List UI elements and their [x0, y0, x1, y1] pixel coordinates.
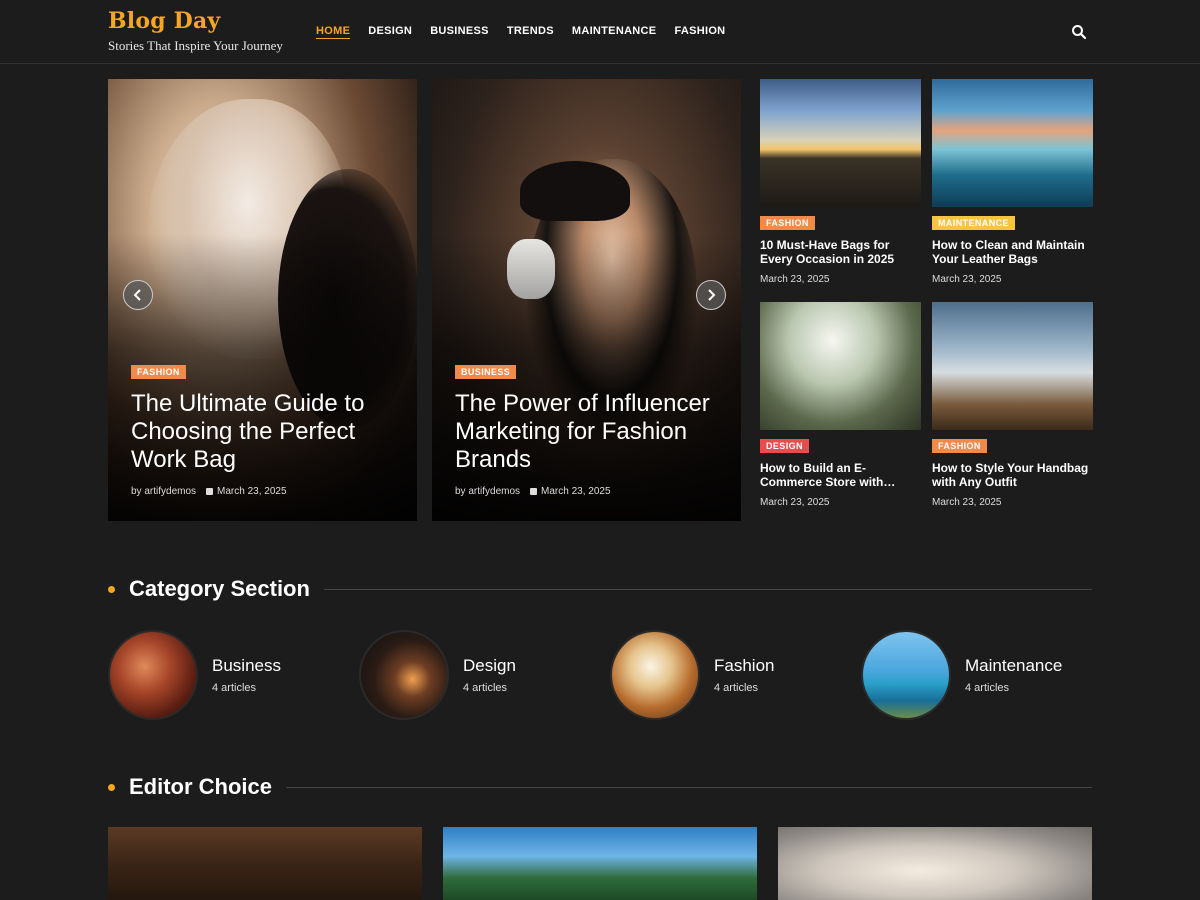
post-author[interactable]: by artifydemos — [455, 486, 520, 497]
category-badge[interactable]: FASHION — [932, 439, 987, 453]
category-section-header: Category Section — [108, 576, 1092, 602]
slide-meta: by artifydemos March 23, 2025 — [131, 486, 401, 497]
slide-content: FASHION The Ultimate Guide to Choosing t… — [131, 362, 401, 497]
post-date: March 23, 2025 — [541, 486, 611, 497]
category-name[interactable]: Business — [212, 656, 281, 676]
section-title: Category Section — [129, 576, 310, 601]
slide-image-detail — [520, 161, 630, 221]
slide-title[interactable]: The Power of Influencer Marketing for Fa… — [455, 390, 725, 474]
calendar-icon — [206, 488, 214, 495]
category-count: 4 articles — [714, 682, 759, 694]
category-text: Design 4 articles — [463, 656, 516, 694]
post-title[interactable]: 10 Must-Have Bags for Every Occasion in … — [760, 238, 921, 266]
category-badge[interactable]: FASHION — [131, 365, 186, 379]
nav-item-maintenance[interactable]: MAINTENANCE — [572, 25, 657, 39]
category-name[interactable]: Fashion — [714, 656, 774, 676]
calendar-icon — [530, 488, 538, 495]
brand[interactable]: Blog Day Stories That Inspire Your Journ… — [108, 8, 283, 54]
editor-choice-thumbnail[interactable] — [108, 827, 422, 900]
post-date-wrap: March 23, 2025 — [530, 486, 611, 497]
section-bullet — [108, 585, 115, 593]
nav-item-fashion[interactable]: FASHION — [674, 25, 725, 39]
post-date-wrap: March 23, 2025 — [206, 486, 287, 497]
chevron-left-icon — [133, 289, 141, 301]
category-text: Business 4 articles — [212, 656, 281, 694]
category-name[interactable]: Maintenance — [965, 656, 1062, 676]
post-thumbnail[interactable] — [932, 302, 1093, 430]
search-icon[interactable] — [1071, 24, 1087, 40]
category-image[interactable] — [610, 630, 700, 720]
section-divider — [323, 588, 1092, 590]
slide-card[interactable]: FASHION The Ultimate Guide to Choosing t… — [108, 79, 417, 521]
editor-choice-header: Editor Choice — [108, 774, 1092, 800]
category-item-design[interactable]: Design 4 articles — [359, 629, 516, 721]
section-title: Editor Choice — [129, 774, 273, 799]
slider-prev-button[interactable] — [123, 280, 153, 310]
category-text: Fashion 4 articles — [714, 656, 774, 694]
post-card[interactable]: FASHION 10 Must-Have Bags for Every Occa… — [760, 79, 921, 285]
post-thumbnail[interactable] — [760, 302, 921, 430]
search-icon-svg — [1072, 25, 1087, 40]
category-item-fashion[interactable]: Fashion 4 articles — [610, 629, 774, 721]
post-card[interactable]: DESIGN How to Build an E-Commerce Store … — [760, 302, 921, 508]
post-date: March 23, 2025 — [932, 497, 1002, 508]
category-image[interactable] — [108, 630, 198, 720]
slide-title[interactable]: The Ultimate Guide to Choosing the Perfe… — [131, 390, 401, 474]
post-title[interactable]: How to Clean and Maintain Your Leather B… — [932, 238, 1093, 266]
chevron-right-icon — [708, 289, 716, 301]
post-title[interactable]: How to Style Your Handbag with Any Outfi… — [932, 461, 1093, 489]
slider-next-button[interactable] — [696, 280, 726, 310]
site-tagline: Stories That Inspire Your Journey — [108, 38, 283, 53]
nav-item-design[interactable]: DESIGN — [368, 25, 412, 39]
post-card[interactable]: FASHION How to Style Your Handbag with A… — [932, 302, 1093, 508]
category-badge[interactable]: BUSINESS — [455, 365, 517, 379]
category-image[interactable] — [861, 630, 951, 720]
category-item-maintenance[interactable]: Maintenance 4 articles — [861, 629, 1062, 721]
category-count: 4 articles — [965, 682, 1010, 694]
editor-choice-thumbnail[interactable] — [443, 827, 757, 900]
post-author[interactable]: by artifydemos — [131, 486, 196, 497]
category-badge[interactable]: MAINTENANCE — [932, 216, 1015, 230]
post-date: March 23, 2025 — [760, 497, 830, 508]
nav-item-home[interactable]: HOME — [316, 25, 351, 39]
site-header: Blog Day Stories That Inspire Your Journ… — [0, 0, 1200, 64]
category-badge[interactable]: DESIGN — [760, 439, 809, 453]
main-nav: HOME DESIGN BUSINESS TRENDS MAINTENANCE … — [316, 25, 725, 39]
category-name[interactable]: Design — [463, 656, 516, 676]
slide-content: BUSINESS The Power of Influencer Marketi… — [455, 362, 725, 497]
post-date: March 23, 2025 — [932, 274, 1002, 285]
post-date: March 23, 2025 — [760, 274, 830, 285]
post-date: March 23, 2025 — [217, 486, 287, 497]
category-count: 4 articles — [212, 682, 257, 694]
post-card[interactable]: MAINTENANCE How to Clean and Maintain Yo… — [932, 79, 1093, 285]
category-item-business[interactable]: Business 4 articles — [108, 629, 281, 721]
post-title[interactable]: How to Build an E-Commerce Store with… — [760, 461, 921, 489]
category-badge[interactable]: FASHION — [760, 216, 815, 230]
category-count: 4 articles — [463, 682, 508, 694]
section-bullet — [108, 783, 115, 791]
nav-item-business[interactable]: BUSINESS — [430, 25, 489, 39]
nav-item-trends[interactable]: TRENDS — [507, 25, 554, 39]
hero-slider: FASHION The Ultimate Guide to Choosing t… — [108, 79, 742, 521]
category-image[interactable] — [359, 630, 449, 720]
slide-card[interactable]: BUSINESS The Power of Influencer Marketi… — [432, 79, 741, 521]
editor-choice-thumbnail[interactable] — [778, 827, 1092, 900]
site-title[interactable]: Blog Day — [108, 8, 283, 34]
category-text: Maintenance 4 articles — [965, 656, 1062, 694]
post-thumbnail[interactable] — [760, 79, 921, 207]
post-thumbnail[interactable] — [932, 79, 1093, 207]
slide-meta: by artifydemos March 23, 2025 — [455, 486, 725, 497]
section-divider — [286, 786, 1092, 788]
